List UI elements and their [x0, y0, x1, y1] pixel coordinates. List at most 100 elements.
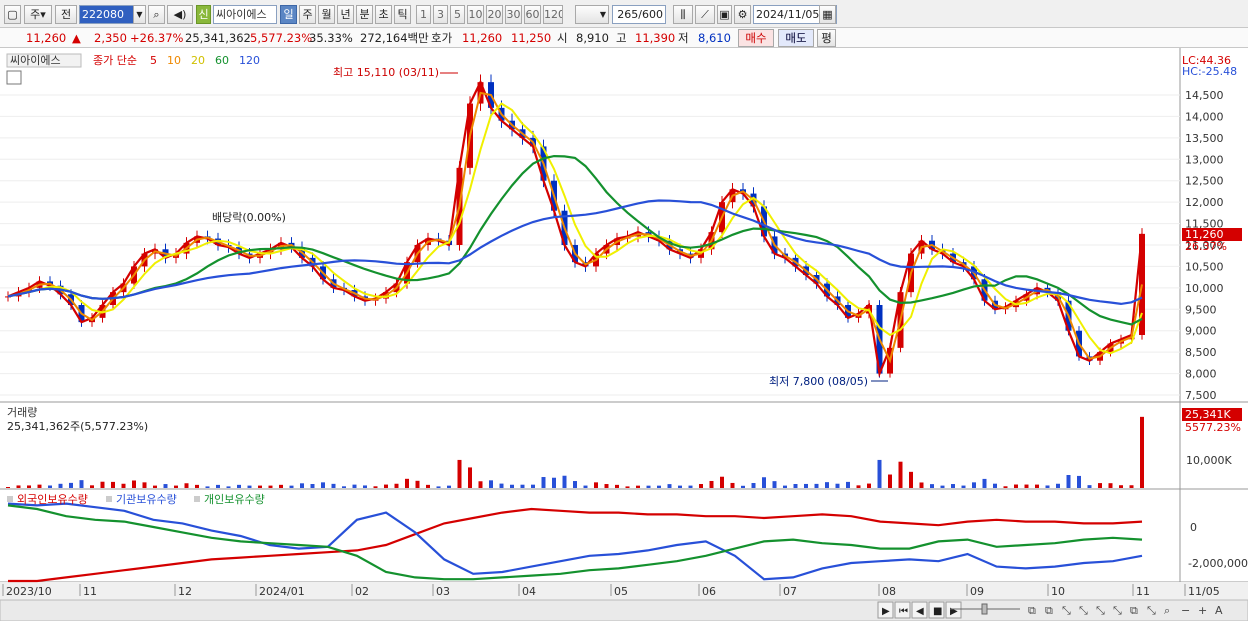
- volume-bar: [300, 483, 304, 488]
- count-input[interactable]: 265/600: [612, 5, 666, 24]
- quote-bar: 11,260 ▲ 2,350 +26.37% 25,341,362 5,577.…: [0, 28, 1248, 48]
- price-tick-label: 13,500: [1185, 132, 1224, 145]
- candle-type-icon[interactable]: ⫼: [673, 5, 693, 24]
- volume-bar: [405, 478, 409, 488]
- zoom-slider-handle[interactable]: [981, 603, 988, 615]
- legend-ma-10: 10: [167, 54, 181, 67]
- stock-type-select[interactable]: 주▾: [24, 5, 52, 24]
- volume-bar: [111, 481, 115, 488]
- dividend-annotation: 배당락(0.00%): [212, 211, 286, 224]
- holding-legend-swatch: [194, 496, 200, 502]
- volume-bar: [741, 485, 745, 488]
- price-tick-label: 7,500: [1185, 389, 1217, 402]
- volume-bar: [489, 480, 493, 488]
- volume-bar: [205, 486, 210, 488]
- legend-ma-60: 60: [215, 54, 229, 67]
- save-icon[interactable]: ▣: [717, 5, 732, 24]
- code-dropdown-icon[interactable]: ▼: [133, 5, 146, 24]
- gear-icon[interactable]: ⚙: [734, 5, 751, 24]
- grid-toggle-icon[interactable]: [6, 70, 22, 85]
- up-arrow-icon: ▲: [72, 31, 81, 45]
- volume-bar: [121, 483, 126, 488]
- chart-svg[interactable]: 14,50014,00013,50013,00012,50012,00011,5…: [0, 48, 1248, 622]
- interval-button-120[interactable]: 120: [543, 5, 563, 24]
- volume-bar: [415, 480, 420, 488]
- search-icon[interactable]: ⌕: [148, 5, 165, 24]
- volume-bar: [730, 482, 735, 488]
- price-tick-label: 12,000: [1185, 196, 1224, 209]
- volume-bar: [856, 485, 861, 488]
- interval-button-30[interactable]: 30: [505, 5, 522, 24]
- calendar-icon[interactable]: ▦: [819, 5, 836, 24]
- volume-bar: [1140, 416, 1144, 488]
- period-tab-2[interactable]: 월: [318, 5, 335, 24]
- interval-button-60[interactable]: 60: [524, 5, 541, 24]
- volume-bar: [772, 481, 777, 488]
- window-icon[interactable]: ▢: [4, 5, 21, 24]
- period-tab-6[interactable]: 틱: [394, 5, 411, 24]
- prev-button[interactable]: 전: [55, 5, 77, 24]
- volume-bar: [195, 484, 199, 488]
- period-tab-4[interactable]: 분: [356, 5, 373, 24]
- line-tool-icon[interactable]: ⟋: [695, 5, 715, 24]
- interval-button-10[interactable]: 10: [467, 5, 484, 24]
- volume-bar: [48, 485, 52, 488]
- volume-bar: [331, 483, 336, 488]
- volume-bar: [940, 485, 945, 488]
- volume-bar: [163, 484, 168, 488]
- eval-button[interactable]: 평: [817, 29, 836, 47]
- volume-bar: [457, 459, 462, 488]
- sell-button[interactable]: 매도: [778, 29, 814, 47]
- stock-type-label: 주: [30, 8, 41, 21]
- volume-bar: [1014, 484, 1018, 488]
- legend-stock-name: 씨아이에스: [10, 54, 61, 67]
- volume-bar: [678, 485, 682, 488]
- speaker-icon[interactable]: ◀): [167, 5, 193, 24]
- trading-amount: 272,164백만: [360, 31, 429, 45]
- tool-icon: ⤡: [1147, 604, 1156, 617]
- volume-tick-label: 10,000K: [1186, 454, 1232, 467]
- volume-bar: [1066, 475, 1071, 488]
- holding-legend-swatch: [106, 496, 112, 502]
- period-tab-5[interactable]: 초: [375, 5, 392, 24]
- volume-bar: [226, 486, 231, 488]
- price-tick-label: 10,000: [1185, 282, 1224, 295]
- volume-bar: [342, 486, 346, 488]
- volume-bar: [783, 485, 787, 488]
- volume-bar: [646, 485, 651, 488]
- stock-name: 씨아이에스: [213, 5, 277, 24]
- period-tab-0[interactable]: 일: [280, 5, 297, 24]
- interval-button-1[interactable]: 1: [416, 5, 431, 24]
- interval-button-3[interactable]: 3: [433, 5, 448, 24]
- scroll-control-icon: ⏮: [899, 606, 908, 617]
- volume-bar: [237, 484, 241, 488]
- buy-button[interactable]: 매수: [738, 29, 774, 47]
- tool-icon: ⧉: [1028, 604, 1036, 617]
- legend-ma-120: 120: [239, 54, 260, 67]
- change-rate: +26.37%: [130, 31, 184, 45]
- holding-legend-1: 기관보유수량: [116, 493, 177, 506]
- volume-bar: [531, 484, 535, 488]
- volume-bar: [909, 471, 913, 488]
- interval-button-20[interactable]: 20: [486, 5, 503, 24]
- chart-area[interactable]: 14,500 14,000 13,500 13,000 12,500 12,000 11,5…: [0, 48, 1248, 622]
- scroll-bar[interactable]: [0, 599, 1248, 622]
- interval-dropdown-icon[interactable]: ▼: [575, 5, 609, 24]
- high-price: 11,390: [635, 31, 676, 45]
- period-tab-1[interactable]: 주: [299, 5, 316, 24]
- x-axis-label: 07: [783, 585, 797, 598]
- volume-bar: [688, 485, 693, 488]
- volume-bar: [27, 485, 31, 488]
- high-annotation: 최고 15,110 (03/11): [333, 66, 439, 79]
- volume-bar: [447, 485, 451, 488]
- volume-bar: [436, 486, 441, 488]
- period-tab-3[interactable]: 년: [337, 5, 354, 24]
- interval-button-5[interactable]: 5: [450, 5, 465, 24]
- scroll-control-icon: ◀: [916, 606, 924, 617]
- volume-bar: [1108, 483, 1113, 488]
- volume-bar: [814, 483, 819, 488]
- volume-bar: [153, 485, 157, 488]
- volume-bar: [216, 484, 220, 488]
- volume-bar: [625, 486, 630, 488]
- holding-legend-swatch: [7, 496, 13, 502]
